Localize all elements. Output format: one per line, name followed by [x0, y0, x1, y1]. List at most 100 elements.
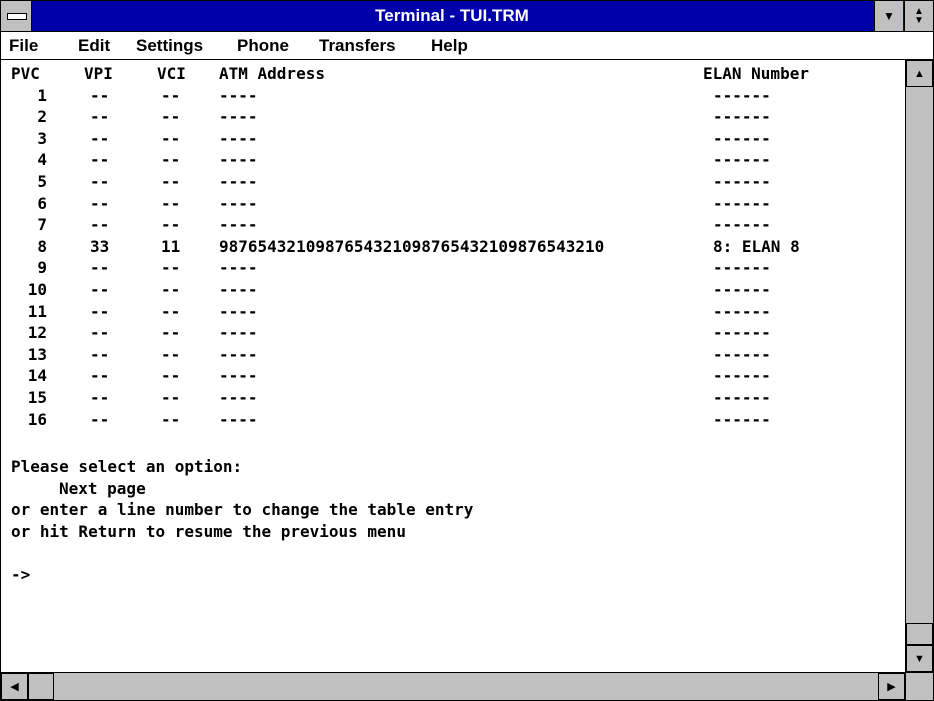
- row-atm-address: ----: [219, 323, 258, 343]
- up-down-arrows-icon: ▲ ▼: [914, 6, 924, 26]
- row-vpi: 33: [90, 236, 110, 256]
- row-pvc: 16: [27, 409, 47, 429]
- size-box: [905, 672, 933, 700]
- row-vpi: --: [90, 215, 110, 235]
- row-pvc: 10: [27, 280, 47, 299]
- row-vci: --: [161, 301, 181, 321]
- row-vci: --: [161, 409, 181, 429]
- header-atm-address: ATM Address: [219, 64, 325, 83]
- row-elan-number: ------: [713, 172, 771, 191]
- row-vpi: --: [90, 344, 110, 364]
- system-menu-button[interactable]: [1, 1, 32, 31]
- row-vpi: --: [90, 388, 110, 407]
- title-bar: Terminal - TUI.TRM ▼ ▲ ▼: [1, 1, 933, 32]
- row-atm-address: ----: [219, 344, 258, 364]
- row-pvc: 4: [37, 150, 47, 170]
- row-pvc: 3: [37, 128, 47, 148]
- maximize-button[interactable]: ▲ ▼: [904, 1, 933, 31]
- system-menu-icon: [7, 13, 27, 20]
- terminal-window: Terminal - TUI.TRM ▼ ▲ ▼ File Edit Settin…: [0, 0, 934, 701]
- row-pvc: 13: [27, 344, 47, 364]
- row-elan-number: ------: [713, 150, 771, 170]
- row-vpi: --: [90, 85, 110, 105]
- menu-edit[interactable]: Edit: [78, 32, 110, 59]
- row-vci: --: [161, 366, 181, 386]
- row-vci: --: [161, 323, 181, 343]
- row-vpi: --: [90, 323, 110, 343]
- menu-settings[interactable]: Settings: [136, 32, 203, 59]
- minimize-button[interactable]: ▼: [874, 1, 903, 31]
- window-title: Terminal - TUI.TRM: [375, 6, 529, 25]
- triangle-down-icon: ▼: [883, 9, 895, 23]
- prompt-title: Please select an option:: [11, 457, 243, 477]
- header-elan-number: ELAN Number: [703, 64, 809, 83]
- row-vci: 11: [161, 236, 181, 256]
- row-vci: --: [161, 193, 181, 213]
- row-vpi: --: [90, 128, 110, 148]
- horizontal-scrollbar[interactable]: ◀ ▶: [1, 672, 905, 700]
- row-atm-address: ----: [219, 215, 258, 235]
- menu-transfers[interactable]: Transfers: [319, 32, 396, 59]
- row-atm-address: ----: [219, 366, 258, 386]
- row-atm-address: ----: [219, 193, 258, 213]
- header-vci: VCI: [157, 64, 186, 83]
- row-atm-address: ----: [219, 280, 258, 299]
- scroll-up-button[interactable]: ▲: [906, 60, 933, 87]
- menu-bar: File Edit Settings Phone Transfers Help: [1, 32, 933, 60]
- row-elan-number: ------: [713, 301, 771, 321]
- row-vpi: --: [90, 301, 110, 321]
- header-pvc: PVC: [11, 64, 40, 83]
- row-elan-number: ------: [713, 215, 771, 235]
- vertical-scrollbar[interactable]: ▲ ▼: [905, 60, 933, 672]
- row-vpi: --: [90, 258, 110, 278]
- row-atm-address: ----: [219, 128, 258, 148]
- row-pvc: 12: [27, 323, 47, 343]
- row-elan-number: 8: ELAN 8: [713, 236, 800, 256]
- terminal-text: PVC VPI VCI ATM Address ELAN Number 1 -- -- ----…: [1, 60, 905, 672]
- row-elan-number: ------: [713, 323, 771, 343]
- row-vpi: --: [90, 172, 110, 191]
- horizontal-scroll-thumb[interactable]: [28, 673, 54, 700]
- vertical-scroll-thumb[interactable]: [906, 623, 933, 645]
- row-pvc: 6: [37, 193, 47, 213]
- header-vpi: VPI: [84, 64, 113, 83]
- row-vci: --: [161, 280, 181, 299]
- row-vpi: --: [90, 280, 110, 299]
- row-pvc: 7: [37, 215, 47, 235]
- menu-phone[interactable]: Phone: [237, 32, 289, 59]
- row-atm-address: ----: [219, 258, 258, 278]
- row-vci: --: [161, 150, 181, 170]
- prompt-return: or hit Return to resume the previous men…: [11, 521, 406, 541]
- row-vpi: --: [90, 107, 110, 127]
- row-vpi: --: [90, 193, 110, 213]
- row-vci: --: [161, 128, 181, 148]
- row-vci: --: [161, 107, 181, 127]
- row-vpi: --: [90, 150, 110, 170]
- row-pvc: 11: [27, 301, 47, 321]
- row-elan-number: ------: [713, 128, 771, 148]
- scroll-right-button[interactable]: ▶: [878, 673, 905, 700]
- row-elan-number: ------: [713, 280, 771, 299]
- row-elan-number: ------: [713, 107, 771, 127]
- row-elan-number: ------: [713, 193, 771, 213]
- arrow-left-icon: ◀: [10, 681, 19, 693]
- arrow-right-icon: ▶: [887, 681, 896, 693]
- prompt-cursor: ->: [11, 565, 31, 585]
- terminal-screen[interactable]: PVC VPI VCI ATM Address ELAN Number 1 -- -- ----…: [1, 60, 905, 672]
- row-elan-number: ------: [713, 344, 771, 364]
- menu-help[interactable]: Help: [431, 32, 468, 59]
- scroll-down-button[interactable]: ▼: [906, 645, 933, 672]
- row-vci: --: [161, 215, 181, 235]
- row-atm-address: ----: [219, 150, 258, 170]
- scroll-left-button[interactable]: ◀: [1, 673, 28, 700]
- row-pvc: 9: [37, 258, 47, 278]
- row-vci: --: [161, 344, 181, 364]
- row-elan-number: ------: [713, 409, 771, 429]
- row-vci: --: [161, 172, 181, 191]
- row-atm-address: ----: [219, 301, 258, 321]
- row-atm-address: 9876543210987654321098765432109876543210: [219, 236, 605, 256]
- row-elan-number: ------: [713, 258, 771, 278]
- row-pvc: 5: [37, 172, 47, 191]
- row-vci: --: [161, 85, 181, 105]
- menu-file[interactable]: File: [9, 32, 38, 59]
